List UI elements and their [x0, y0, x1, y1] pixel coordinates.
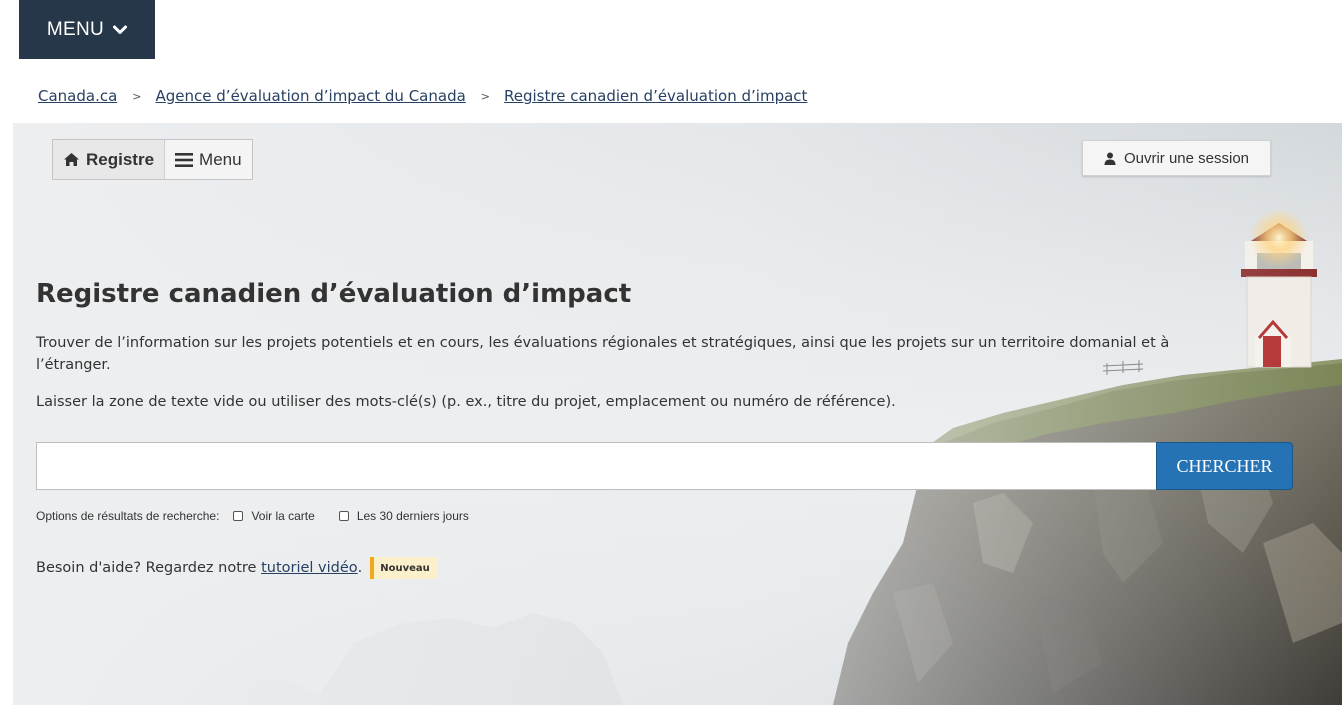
search-options: Options de résultats de recherche: Voir … — [36, 507, 469, 525]
search-input[interactable] — [36, 442, 1156, 490]
help-line: Besoin d'aide? Regardez notre tutoriel v… — [36, 556, 438, 580]
hamburger-icon — [175, 152, 194, 167]
help-period: . — [357, 560, 363, 576]
registre-toolbar: Registre Menu — [52, 139, 253, 180]
breadcrumb-link-canada[interactable]: Canada.ca — [38, 87, 117, 105]
chevron-down-icon — [113, 25, 128, 34]
lighthouse-cliff-background — [13, 123, 1342, 705]
checkbox[interactable] — [338, 511, 349, 521]
option-30-derniers-jours[interactable]: Les 30 derniers jours — [338, 509, 469, 523]
registre-menu-label: Menu — [199, 149, 242, 169]
top-menu-button[interactable]: MENU — [19, 0, 155, 59]
option-voir-la-carte[interactable]: Voir la carte — [233, 509, 315, 523]
registre-label: Registre — [86, 149, 155, 169]
breadcrumb: Canada.ca > Agence d’évaluation d’impact… — [38, 84, 807, 108]
breadcrumb-separator: > — [132, 89, 142, 103]
new-badge: Nouveau — [370, 557, 438, 579]
help-text: Besoin d'aide? Regardez notre — [36, 560, 257, 576]
login-label: Ouvrir une session — [1123, 149, 1250, 167]
checkbox[interactable] — [233, 511, 244, 521]
breadcrumb-link-agence[interactable]: Agence d’évaluation d’impact du Canada — [156, 87, 466, 105]
breadcrumb-link-registre[interactable]: Registre canadien d’évaluation d’impact — [504, 87, 807, 105]
page-title: Registre canadien d’évaluation d’impact — [36, 279, 632, 309]
home-icon — [64, 153, 79, 166]
top-menu-label: MENU — [46, 18, 105, 40]
search-button[interactable]: CHERCHER — [1156, 442, 1293, 490]
search-hint: Laisser la zone de texte vide ou utilise… — [36, 394, 896, 410]
option-label: Les 30 derniers jours — [356, 509, 469, 523]
hero-banner: Registre Menu Ouvrir une session Registr… — [13, 123, 1342, 705]
tutorial-video-link[interactable]: tutoriel vidéo — [261, 560, 358, 576]
option-label: Voir la carte — [251, 509, 315, 523]
breadcrumb-separator: > — [480, 89, 491, 103]
registre-menu-button[interactable]: Menu — [165, 140, 252, 179]
search-options-label: Options de résultats de recherche: — [36, 509, 220, 523]
page-description: Trouver de l’information sur les projets… — [36, 335, 1170, 373]
login-button[interactable]: Ouvrir une session — [1082, 140, 1271, 176]
user-icon — [1104, 152, 1116, 165]
registre-home-button[interactable]: Registre — [53, 140, 166, 179]
